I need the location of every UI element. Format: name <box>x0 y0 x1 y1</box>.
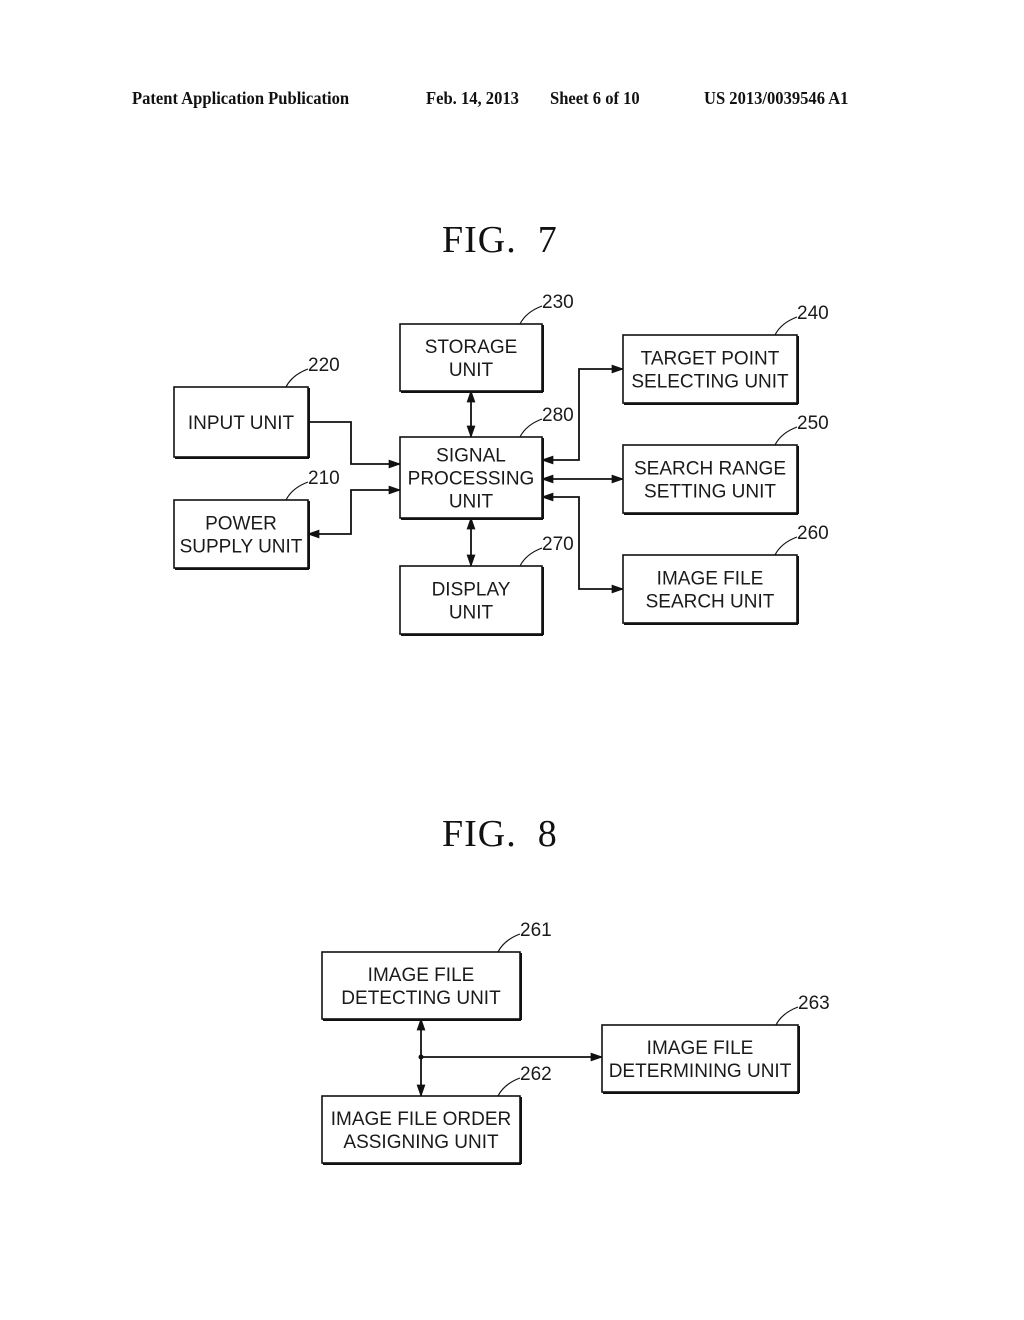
leader-line <box>519 305 543 325</box>
connector-input-to-signal <box>308 421 402 469</box>
block-label-line: IMAGE FILE ORDER <box>331 1109 512 1130</box>
reference-numeral: 261 <box>520 920 552 941</box>
block-270: DISPLAYUNIT 270 <box>399 534 574 636</box>
block-263: IMAGE FILEDETERMINING UNIT 263 <box>601 993 830 1094</box>
reference-numeral: 250 <box>797 413 829 434</box>
block-260: IMAGE FILESEARCH UNIT 260 <box>622 523 829 625</box>
block-label-line: SIGNAL <box>436 446 506 467</box>
leader-line <box>774 536 798 556</box>
reference-numeral: 230 <box>542 292 574 313</box>
leader-line <box>285 368 309 388</box>
reference-numeral: 240 <box>797 303 829 324</box>
leader-line <box>774 316 798 336</box>
reference-numeral: 210 <box>308 468 340 489</box>
junction-dot <box>418 1054 424 1060</box>
block-label-line: SEARCH RANGE <box>634 459 786 480</box>
block-label-line: DISPLAY <box>432 580 511 601</box>
block-label-line: INPUT UNIT <box>188 413 295 434</box>
reference-numeral: 220 <box>308 355 340 376</box>
block-label-line: POWER <box>205 514 277 535</box>
leader-line <box>497 933 521 953</box>
reference-numeral: 260 <box>797 523 829 544</box>
leader-line <box>775 1006 799 1026</box>
block-label-line: SELECTING UNIT <box>631 372 789 393</box>
reference-numeral: 263 <box>798 993 830 1014</box>
block-label-line: TARGET POINT <box>641 349 780 370</box>
block-261: IMAGE FILEDETECTING UNIT 261 <box>321 920 552 1021</box>
block-label-line: DETERMINING UNIT <box>609 1061 792 1082</box>
block-240: TARGET POINTSELECTING UNIT 240 <box>622 303 829 405</box>
block-label-line: SETTING UNIT <box>644 482 776 503</box>
block-label-line: UNIT <box>449 492 494 513</box>
leader-line <box>519 418 543 438</box>
leader-line <box>285 481 309 501</box>
leader-line <box>774 426 798 446</box>
block-label-line: IMAGE FILE <box>647 1038 754 1059</box>
leader-line <box>497 1077 521 1097</box>
reference-numeral: 262 <box>520 1064 552 1085</box>
block-262: IMAGE FILE ORDERASSIGNING UNIT 262 <box>321 1064 552 1165</box>
block-230: STORAGEUNIT 230 <box>399 292 574 393</box>
block-280: SIGNALPROCESSINGUNIT 280 <box>399 405 574 520</box>
block-label-line: STORAGE <box>425 337 518 358</box>
block-label-line: ASSIGNING UNIT <box>343 1132 499 1153</box>
block-label-line: SUPPLY UNIT <box>180 537 303 558</box>
block-label-line: SEARCH UNIT <box>646 592 775 613</box>
block-label-line: DETECTING UNIT <box>341 988 501 1009</box>
connector-power-signal <box>306 485 402 539</box>
block-label-line: PROCESSING <box>408 469 535 490</box>
block-220: INPUT UNIT 220 <box>173 355 340 459</box>
block-label-line: UNIT <box>449 603 494 624</box>
block-label-line: UNIT <box>449 360 494 381</box>
block-250: SEARCH RANGESETTING UNIT 250 <box>622 413 829 515</box>
block-label-line: IMAGE FILE <box>657 569 764 590</box>
leader-line <box>519 547 543 567</box>
reference-numeral: 270 <box>542 534 574 555</box>
block-label-line: IMAGE FILE <box>368 965 475 986</box>
reference-numeral: 280 <box>542 405 574 426</box>
block-210: POWERSUPPLY UNIT 210 <box>173 468 340 570</box>
block-diagrams: STORAGEUNIT230INPUT UNIT220SIGNALPROCESS… <box>173 292 830 1165</box>
